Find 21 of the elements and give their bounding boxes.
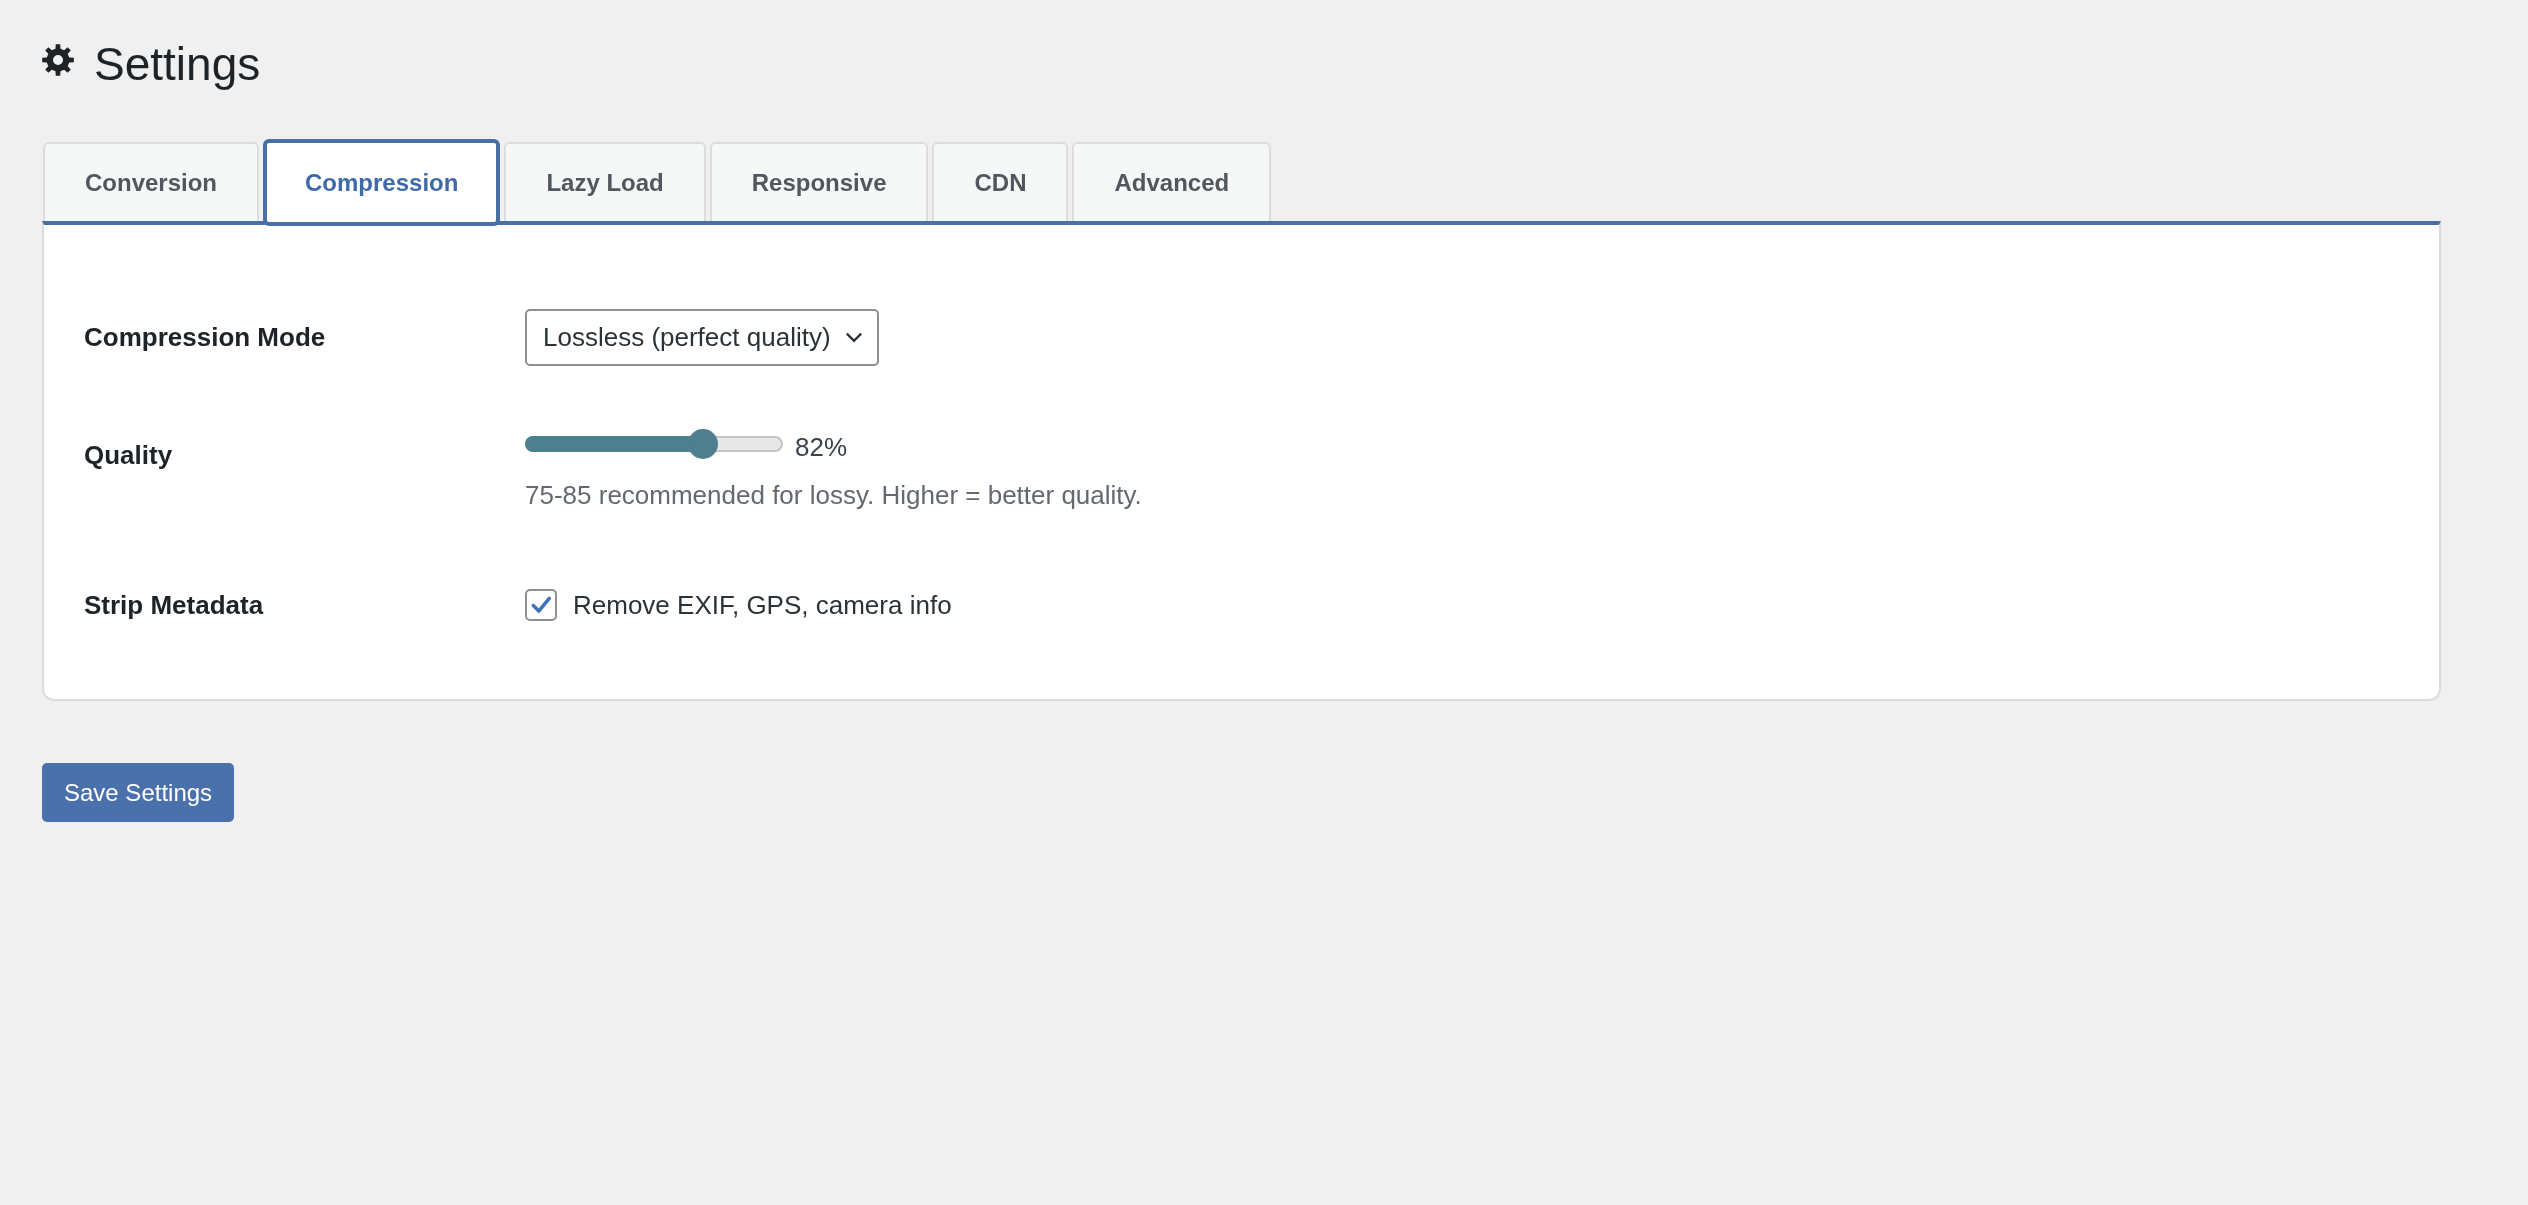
- chevron-down-icon: [844, 332, 863, 343]
- quality-slider[interactable]: [525, 428, 783, 459]
- page-title: Settings: [94, 37, 261, 92]
- slider-thumb[interactable]: [688, 428, 718, 459]
- tab[interactable]: Compression: [263, 139, 501, 226]
- checkbox[interactable]: [525, 589, 557, 621]
- quality-value: 82%: [795, 432, 848, 463]
- tab[interactable]: Advanced: [1072, 142, 1272, 221]
- tab[interactable]: Lazy Load: [504, 142, 706, 221]
- save-settings-button[interactable]: Save Settings: [42, 763, 235, 822]
- tab[interactable]: CDN: [932, 142, 1069, 221]
- checkmark-icon: [530, 594, 552, 616]
- settings-icon: [42, 44, 74, 76]
- tab[interactable]: Responsive: [709, 142, 929, 221]
- setting-label: Compression Mode: [84, 322, 327, 353]
- checkbox-label[interactable]: Remove EXIF, GPS, camera info: [573, 589, 952, 621]
- hint-text: 75-85 recommended for lossy. Higher = better quality.: [525, 479, 1142, 511]
- tab[interactable]: Conversion: [43, 142, 260, 221]
- setting-label: Quality: [84, 440, 174, 471]
- compression-mode-dropdown[interactable]: Lossless (perfect quality): [525, 309, 879, 366]
- setting-label: Strip Metadata: [84, 589, 265, 621]
